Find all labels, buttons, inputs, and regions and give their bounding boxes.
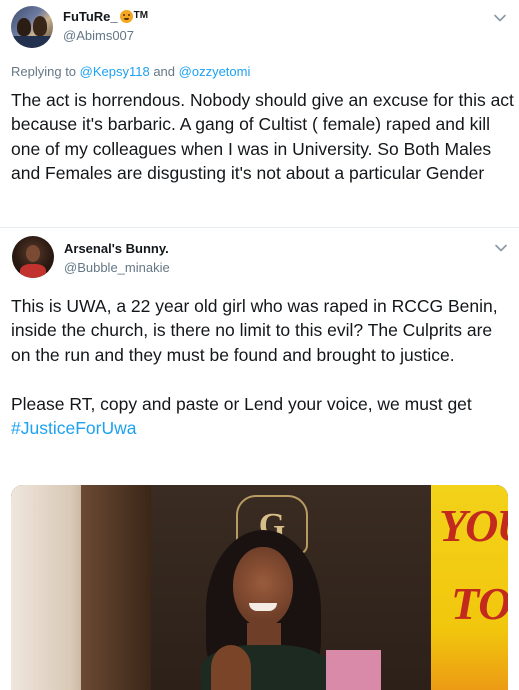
user-handle[interactable]: @Bubble_minakie [64, 260, 170, 275]
display-name[interactable]: Arsenal's Bunny. [64, 241, 169, 256]
avatar[interactable] [11, 6, 53, 48]
person-face [233, 547, 293, 627]
user-handle[interactable]: @Abims007 [63, 28, 134, 43]
tweet-photo[interactable]: G YOU TO [11, 485, 508, 690]
sign-text: YOU [439, 500, 508, 551]
sign-text: TO [451, 578, 508, 629]
display-name[interactable]: FuTuRe_ TM [63, 9, 148, 24]
tweet-paragraph: This is UWA, a 22 year old girl who was … [11, 296, 498, 365]
avatar[interactable] [12, 236, 54, 278]
reply-mention-link[interactable]: @ozzyetomi [179, 64, 251, 79]
reply-mention-link[interactable]: @Kepsy118 [80, 64, 150, 79]
chevron-down-icon[interactable] [493, 11, 507, 25]
tweet[interactable]: Arsenal's Bunny. @Bubble_minakie This is… [0, 229, 519, 690]
replying-prefix: Replying to [11, 64, 80, 79]
replying-and: and [149, 64, 179, 79]
hashtag-link[interactable]: #JusticeForUwa [11, 418, 136, 438]
tweet[interactable]: FuTuRe_ TM @Abims007 Replying to @Kepsy11… [0, 0, 519, 228]
display-name-suffix: TM [133, 10, 149, 21]
display-name-text: FuTuRe_ [63, 9, 118, 24]
tweet-paragraph: Please RT, copy and paste or Lend your v… [11, 393, 472, 414]
tweet-text: This is UWA, a 22 year old girl who was … [11, 294, 516, 440]
replying-to: Replying to @Kepsy118 and @ozzyetomi [11, 64, 250, 79]
tweet-text: The act is horrendous. Nobody should giv… [11, 90, 514, 184]
chevron-down-icon[interactable] [494, 241, 508, 255]
lion-face-icon [119, 10, 133, 23]
